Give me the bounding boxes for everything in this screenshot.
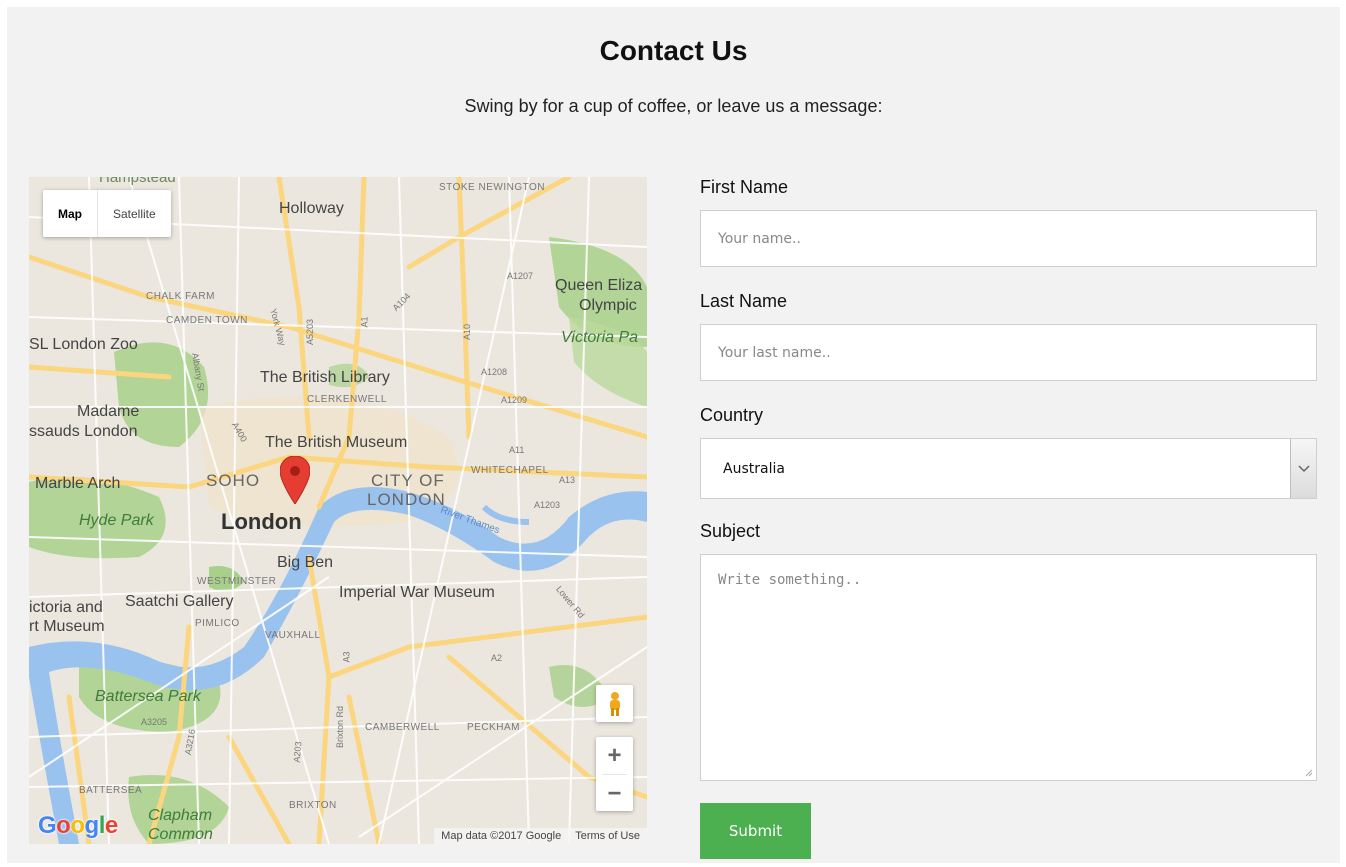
map-label-pimlico: PIMLICO [195, 618, 240, 629]
map-label-tussauds: ssauds London [29, 423, 138, 440]
chevron-down-icon [1297, 464, 1310, 472]
map-label-british-museum: The British Museum [265, 434, 408, 451]
subject-textarea[interactable]: Write something.. [700, 554, 1317, 781]
map-label-battersea: BATTERSEA [79, 785, 143, 796]
map-label-road-a3: A3 [341, 651, 352, 663]
zoom-in-button[interactable]: + [596, 737, 633, 774]
first-name-input[interactable]: Your name.. [700, 210, 1317, 267]
map-label-road-a11: A11 [509, 445, 525, 455]
map-label-battersea-park: Battersea Park [95, 688, 201, 705]
map-label-westminster: WESTMINSTER [197, 576, 277, 587]
street-view-button[interactable] [596, 685, 633, 722]
first-name-label: First Name [700, 177, 789, 197]
subject-placeholder: Write something.. [718, 572, 862, 588]
map-label-chalk-farm: CHALK FARM [146, 291, 215, 302]
map-label-road-a3205: A3205 [141, 717, 168, 727]
map-label-road-a1207: A1207 [507, 271, 534, 281]
map-label-soho: SOHO [206, 471, 261, 490]
map-label-road-a5203: A5203 [305, 318, 316, 346]
map-label-road-a2: A2 [491, 653, 503, 663]
map-label-road-a1208: A1208 [481, 367, 508, 377]
map-label-victoria-park: Victoria Pa [561, 329, 639, 346]
map-type-satellite-button[interactable]: Satellite [98, 190, 171, 237]
map-label-british-library: The British Library [260, 369, 390, 386]
map-label-whitechapel: WHITECHAPEL [471, 465, 549, 476]
country-dropdown-toggle[interactable] [1290, 439, 1316, 498]
map-label-city-of: CITY OF [371, 471, 445, 490]
zoom-out-button[interactable]: − [596, 775, 633, 812]
map-label-olympic: Olympic [579, 297, 637, 314]
last-name-input[interactable]: Your last name.. [700, 324, 1317, 381]
map-label-rt-museum: rt Museum [29, 618, 105, 635]
map-label-road-a1203: A1203 [534, 500, 561, 510]
map-label-road-a1: A1 [359, 316, 370, 328]
subject-label: Subject [700, 521, 761, 541]
map-label-road-a10: A10 [462, 323, 473, 341]
map-label-peckham: PECKHAM [467, 722, 520, 733]
map-attribution: Map data ©2017 Google Terms of Use [434, 828, 647, 844]
map-label-london: London [221, 509, 302, 534]
map-label-stoke-newington: STOKE NEWINGTON [439, 182, 546, 193]
map-label-marble-arch: Marble Arch [35, 475, 121, 492]
map-label-camberwell: CAMBERWELL [365, 722, 440, 733]
resize-grip-icon[interactable] [1304, 768, 1313, 777]
country-select[interactable]: Australia [700, 438, 1317, 499]
pegman-icon [609, 691, 620, 716]
location-pin-icon[interactable] [280, 456, 310, 504]
zoom-control: + − [596, 737, 633, 811]
terms-of-use-link[interactable]: Terms of Use [568, 830, 647, 842]
map-label-madame: Madame [77, 403, 140, 420]
map-type-map-button[interactable]: Map [43, 190, 98, 237]
page-subtitle: Swing by for a cup of coffee, or leave u… [464, 96, 883, 116]
page-title: Contact Us [599, 35, 748, 66]
map-data-text: Map data ©2017 Google [441, 830, 562, 842]
map-label-clerkenwell: CLERKENWELL [307, 394, 387, 405]
map-label-road-a203: A203 [291, 741, 304, 763]
country-label: Country [700, 405, 764, 425]
map-label-camden-town: CAMDEN TOWN [166, 315, 248, 326]
map-label-big-ben: Big Ben [277, 554, 334, 571]
google-logo[interactable]: Google [38, 812, 118, 840]
map-label-hampstead: Hampstead [99, 177, 176, 186]
map-label-victoria-and: ictoria and [29, 599, 103, 616]
last-name-label: Last Name [700, 291, 788, 311]
map-label-road-a13: A13 [559, 475, 576, 485]
map-label-brixton: BRIXTON [289, 800, 337, 811]
map-label-city-london: LONDON [367, 490, 446, 509]
map-type-control: Map Satellite [43, 190, 171, 237]
map-label-zoo: SL London Zoo [29, 336, 138, 353]
country-selected-value: Australia [723, 460, 785, 477]
map-label-common: Common [148, 826, 213, 843]
map-label-hyde-park: Hyde Park [79, 512, 154, 529]
map-label-holloway: Holloway [279, 200, 344, 217]
map-label-saatchi: Saatchi Gallery [125, 593, 234, 610]
submit-button[interactable]: Submit [700, 803, 811, 859]
map-label-imperial-war-museum: Imperial War Museum [339, 584, 495, 601]
map-label-brixton-rd: Brixton Rd [335, 705, 346, 749]
map-label-queen-eliz: Queen Eliza [555, 277, 643, 294]
map-view[interactable]: Hampstead STOKE NEWINGTON Holloway CHALK… [29, 177, 647, 844]
map-label-clapham: Clapham [148, 807, 213, 824]
map-label-road-a1209: A1209 [501, 395, 528, 405]
map-label-vauxhall: VAUXHALL [265, 630, 321, 641]
